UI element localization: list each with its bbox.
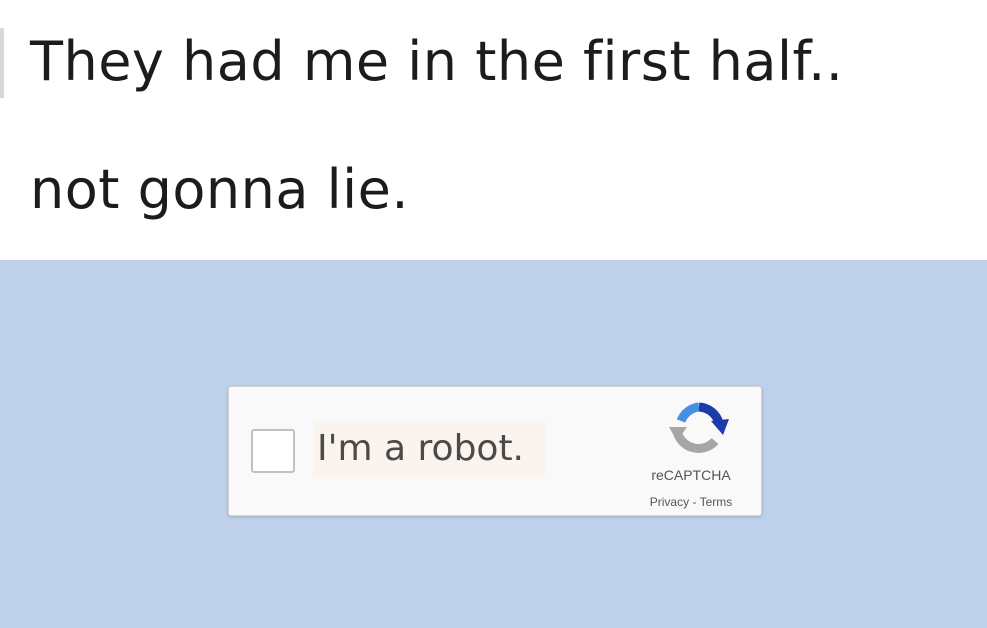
robot-checkbox[interactable] bbox=[251, 429, 295, 473]
privacy-link[interactable]: Privacy bbox=[650, 495, 689, 509]
meme-caption: They had me in the first half.. not gonn… bbox=[0, 0, 987, 260]
caption-line-2: not gonna lie. bbox=[30, 158, 410, 221]
link-separator: - bbox=[689, 495, 700, 509]
recaptcha-logo-icon bbox=[669, 402, 729, 453]
terms-link[interactable]: Terms bbox=[700, 495, 733, 509]
privacy-terms-links: Privacy - Terms bbox=[625, 495, 757, 509]
left-edge-mark bbox=[0, 28, 4, 98]
recaptcha-widget: I'm a robot. reCAPTCHA Privacy - Terms bbox=[228, 386, 762, 516]
caption-line-1: They had me in the first half.. bbox=[30, 30, 844, 93]
checkbox-label: I'm a robot. bbox=[317, 428, 524, 469]
recaptcha-brand: reCAPTCHA bbox=[651, 467, 731, 483]
